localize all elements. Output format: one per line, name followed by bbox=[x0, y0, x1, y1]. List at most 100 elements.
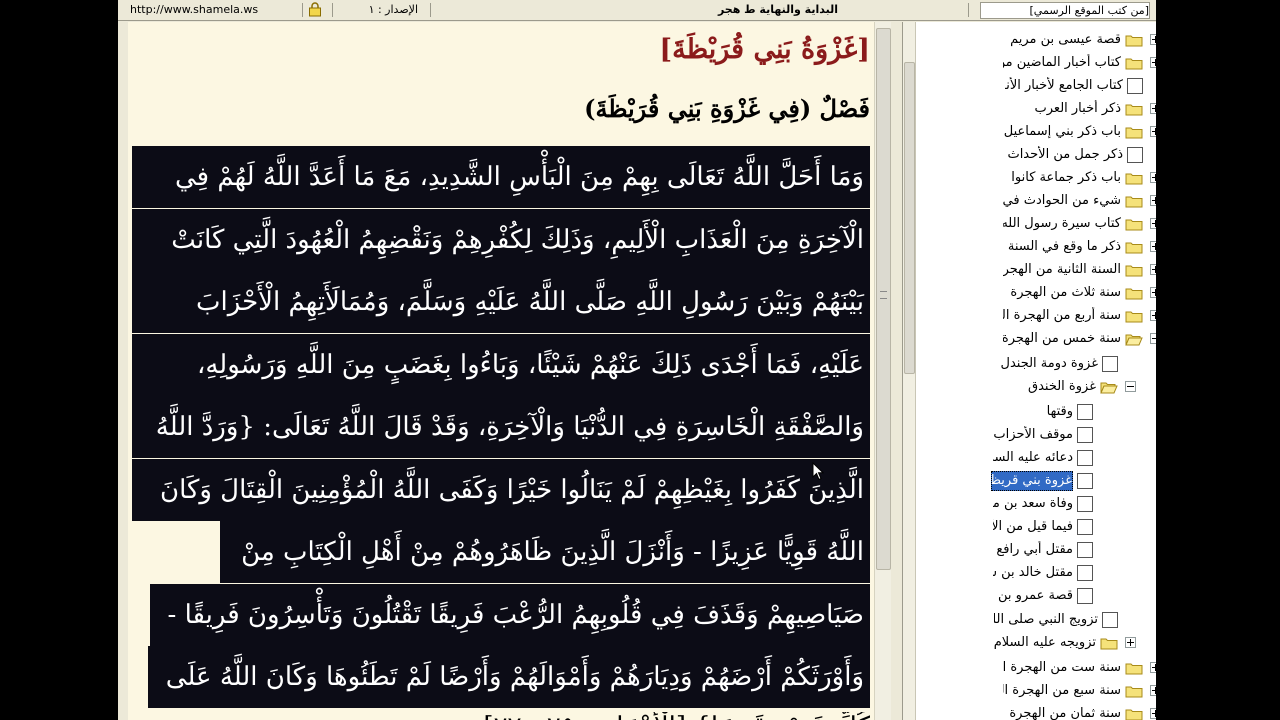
tree-item-label[interactable]: موقف الأحزاب bbox=[993, 426, 1073, 444]
expand-icon[interactable] bbox=[1150, 662, 1156, 673]
page-icon bbox=[1077, 426, 1093, 443]
tree-item-label[interactable]: قصة عمرو بن العاص bbox=[993, 587, 1073, 605]
page-icon bbox=[1077, 587, 1093, 604]
tree-item[interactable]: كتاب أخبار الماضين من bbox=[1003, 51, 1156, 74]
tree-item[interactable]: دعائه عليه السلام bbox=[991, 446, 1111, 469]
tree-item[interactable]: سنة ست من الهجرة النبوية bbox=[1003, 656, 1156, 679]
tree-item[interactable]: كتاب الجامع لأخبار الأنبياء bbox=[1003, 74, 1156, 97]
tree-item[interactable]: غزوة دومة الجندل bbox=[994, 352, 1136, 375]
tree-item-label[interactable]: باب ذكر بني إسماعيل bbox=[1003, 123, 1121, 141]
tree-item[interactable]: شيء من الحوادث في زمن bbox=[1003, 189, 1156, 212]
tree-item-label[interactable]: تزويج النبي صلى الله bbox=[994, 611, 1098, 629]
tree-item-label[interactable]: وفاة سعد بن معاذ bbox=[993, 495, 1073, 513]
page-icon bbox=[1102, 611, 1118, 628]
tree-item[interactable]: ذكر أخبار العرب bbox=[1003, 97, 1156, 120]
expand-icon[interactable] bbox=[1150, 103, 1156, 114]
reader-pane[interactable]: [غَزْوَةُ بَنِي قُرَيْظَةَ] فَصْلٌ (فِي … bbox=[128, 22, 874, 720]
tree-item-label[interactable]: غزوة دومة الجندل bbox=[996, 355, 1098, 373]
page-icon bbox=[1077, 564, 1093, 581]
toc-tree[interactable]: قصة عيسى بن مريم كتاب أخبار الماضين من كتا… bbox=[902, 22, 1156, 720]
tree-item[interactable]: باب ذكر جماعة كانوا bbox=[1003, 166, 1156, 189]
tree-item-label[interactable]: سنة ست من الهجرة النبوية bbox=[1003, 659, 1121, 677]
expand-icon[interactable] bbox=[1150, 34, 1156, 45]
reader-scroll-thumb[interactable] bbox=[876, 28, 891, 570]
tree-item-label[interactable]: كتاب أخبار الماضين من bbox=[1003, 54, 1121, 72]
folder-open-icon bbox=[1100, 380, 1118, 394]
expand-icon[interactable] bbox=[1150, 685, 1156, 696]
tree-item-label[interactable]: مقتل خالد بن سفيان bbox=[993, 564, 1073, 582]
tree-item[interactable]: وفاة سعد بن معاذ bbox=[991, 492, 1111, 515]
tree-item-label[interactable]: كتاب الجامع لأخبار الأنبياء bbox=[1005, 77, 1123, 95]
expand-icon[interactable] bbox=[1150, 195, 1156, 206]
tree-item[interactable]: قصة عيسى بن مريم bbox=[1003, 28, 1156, 51]
page-icon bbox=[1127, 146, 1143, 163]
tree-item[interactable]: موقف الأحزاب bbox=[991, 423, 1111, 446]
tree-item-label[interactable]: سنة ثمان من الهجرة bbox=[1003, 705, 1121, 720]
tree-item-label[interactable]: سنة خمس من الهجرة النبوية bbox=[1003, 330, 1121, 348]
folder-open-icon bbox=[1125, 332, 1143, 346]
tree-item[interactable]: كتاب سيرة رسول الله bbox=[1003, 212, 1156, 235]
folder-icon bbox=[1125, 102, 1143, 116]
tree-item-label[interactable]: غزوة الخندق bbox=[994, 378, 1096, 396]
tree-item[interactable]: السنة الثانية من الهجرة bbox=[1003, 258, 1156, 281]
expand-icon[interactable] bbox=[1150, 218, 1156, 229]
status-url[interactable]: http://www.shamela.ws bbox=[130, 2, 298, 17]
tree-item[interactable]: سنة ثمان من الهجرة bbox=[1003, 702, 1156, 720]
collapse-icon[interactable] bbox=[1150, 333, 1156, 344]
collapse-icon[interactable] bbox=[1125, 381, 1136, 392]
expand-icon[interactable] bbox=[1150, 126, 1156, 137]
tree-item-label[interactable]: سنة أربع من الهجرة النبوية bbox=[1003, 307, 1121, 325]
tree-item-label[interactable]: السنة الثانية من الهجرة bbox=[1003, 261, 1121, 279]
expand-icon[interactable] bbox=[1150, 310, 1156, 321]
tree-item[interactable]: ذكر جمل من الأحداث الواقعة bbox=[1003, 143, 1156, 166]
tree-item-label[interactable]: غزوة بني قريظة bbox=[991, 470, 1073, 491]
tree-item[interactable]: سنة ثلاث من الهجرة bbox=[1003, 281, 1156, 304]
tree-item-label[interactable]: تزويجه عليه السلام بزينب bbox=[992, 634, 1096, 652]
tree-item[interactable]: ذكر ما وقع في السنة الأولى bbox=[1003, 235, 1156, 258]
selected-text: الَّذِينَ كَفَرُوا بِغَيْظِهِمْ لَمْ يَن… bbox=[132, 458, 870, 521]
selected-text: عَلَيْهِ، فَمَا أَجْدَى ذَلِكَ عَنْهُمْ … bbox=[132, 333, 870, 396]
tree-item[interactable]: سنة سبع من الهجرة النبوية bbox=[1003, 679, 1156, 702]
reader-scrollbar[interactable] bbox=[874, 22, 891, 720]
status-site-books[interactable]: [من كتب الموقع الرسمي] bbox=[980, 2, 1150, 19]
tree-scrollbar[interactable] bbox=[903, 22, 916, 720]
text-line: عَلَيْهِ، فَمَا أَجْدَى ذَلِكَ عَنْهُمْ … bbox=[132, 333, 870, 397]
tree-item[interactable]: تزويجه عليه السلام بزينب bbox=[992, 631, 1136, 654]
tree-item-label[interactable]: سنة سبع من الهجرة النبوية bbox=[1003, 682, 1121, 700]
tree-item[interactable]: سنة خمس من الهجرة النبوية bbox=[1003, 327, 1156, 350]
tree-item-label[interactable]: سنة ثلاث من الهجرة bbox=[1003, 284, 1121, 302]
tree-item[interactable]: غزوة بني قريظة bbox=[991, 469, 1111, 492]
expand-icon[interactable] bbox=[1125, 637, 1136, 648]
tree-item-label[interactable]: فيما قيل من الأشعار bbox=[993, 518, 1073, 536]
tree-item-label[interactable]: وقتها bbox=[993, 403, 1073, 421]
status-book-title: البداية والنهاية ط هجر bbox=[717, 3, 838, 16]
tree-item[interactable]: تزويج النبي صلى الله bbox=[992, 608, 1136, 631]
tree-item[interactable]: فيما قيل من الأشعار bbox=[991, 515, 1111, 538]
expand-icon[interactable] bbox=[1150, 708, 1156, 719]
tree-item-label[interactable]: شيء من الحوادث في زمن bbox=[1003, 192, 1121, 210]
tree-item[interactable]: باب ذكر بني إسماعيل bbox=[1003, 120, 1156, 143]
tree-item-label[interactable]: ذكر جمل من الأحداث الواقعة bbox=[1005, 146, 1123, 164]
tree-item-label[interactable]: قصة عيسى بن مريم bbox=[1003, 31, 1121, 49]
expand-icon[interactable] bbox=[1150, 287, 1156, 298]
tree-scroll-thumb[interactable] bbox=[904, 62, 915, 374]
text-line: صَيَاصِيهِمْ وَقَذَفَ فِي قُلُوبِهِمُ ال… bbox=[132, 583, 870, 647]
expand-icon[interactable] bbox=[1150, 172, 1156, 183]
expand-icon[interactable] bbox=[1150, 57, 1156, 68]
tree-item[interactable]: قصة عمرو بن العاص bbox=[991, 584, 1111, 607]
expand-icon[interactable] bbox=[1150, 241, 1156, 252]
tree-item[interactable]: غزوة الخندق bbox=[994, 375, 1136, 398]
tree-item[interactable]: وقتها bbox=[991, 400, 1111, 423]
expand-icon[interactable] bbox=[1150, 264, 1156, 275]
tree-item-label[interactable]: باب ذكر جماعة كانوا bbox=[1003, 169, 1121, 187]
tree-item-label[interactable]: ذكر أخبار العرب bbox=[1003, 100, 1121, 118]
tree-item[interactable]: مقتل خالد بن سفيان bbox=[991, 561, 1111, 584]
body-text[interactable]: وَمَا أَحَلَّ اللَّهُ تَعَالَى بِهِمْ مِ… bbox=[132, 146, 870, 709]
tree-item-label[interactable]: مقتل أبي رافع bbox=[993, 541, 1073, 559]
tree-item[interactable]: مقتل أبي رافع bbox=[991, 538, 1111, 561]
tree-item[interactable]: سنة أربع من الهجرة النبوية bbox=[1003, 304, 1156, 327]
lock-icon[interactable] bbox=[308, 2, 322, 17]
tree-item-label[interactable]: ذكر ما وقع في السنة الأولى bbox=[1003, 238, 1121, 256]
tree-item-label[interactable]: دعائه عليه السلام bbox=[993, 449, 1073, 467]
tree-item-label[interactable]: كتاب سيرة رسول الله bbox=[1003, 215, 1121, 233]
